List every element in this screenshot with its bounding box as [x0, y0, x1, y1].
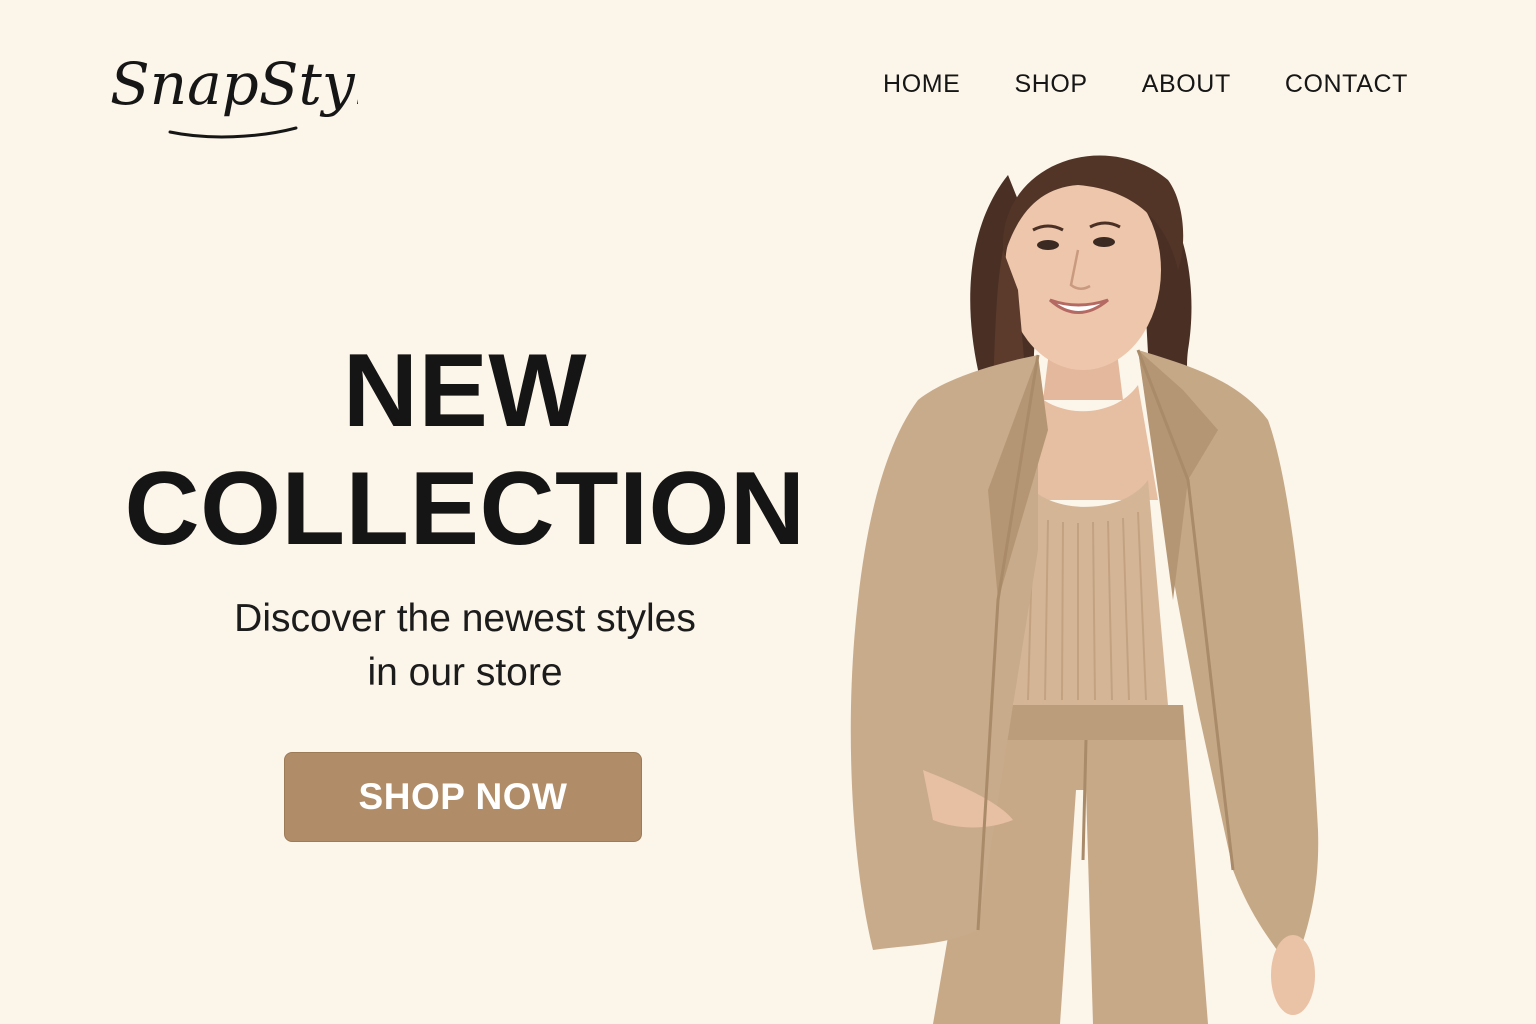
- brand-logo[interactable]: SnapStyle: [108, 36, 358, 146]
- hero-title-line-2: COLLECTION: [124, 451, 806, 567]
- model-in-beige-suit-icon: [850, 155, 1319, 1024]
- shop-now-button[interactable]: SHOP NOW: [284, 752, 642, 842]
- hero-subtitle: Discover the newest styles in our store: [150, 592, 780, 700]
- nav-about-link[interactable]: ABOUT: [1142, 70, 1231, 99]
- nav-shop-link[interactable]: SHOP: [1014, 70, 1087, 99]
- nav-home-link[interactable]: HOME: [883, 70, 960, 99]
- hero-subtitle-line-2: in our store: [367, 651, 563, 694]
- snapstyle-logo-icon: SnapStyle: [110, 50, 358, 139]
- nav-contact-link[interactable]: CONTACT: [1285, 70, 1408, 99]
- hero-model-image: [838, 130, 1338, 1024]
- hero-title-line-1: NEW: [342, 333, 588, 449]
- svg-text:SnapStyle: SnapStyle: [110, 50, 358, 118]
- main-nav: HOME SHOP ABOUT CONTACT: [883, 64, 1408, 104]
- hero-subtitle-line-1: Discover the newest styles: [234, 597, 696, 640]
- hero-title: NEW COLLECTION: [110, 332, 820, 568]
